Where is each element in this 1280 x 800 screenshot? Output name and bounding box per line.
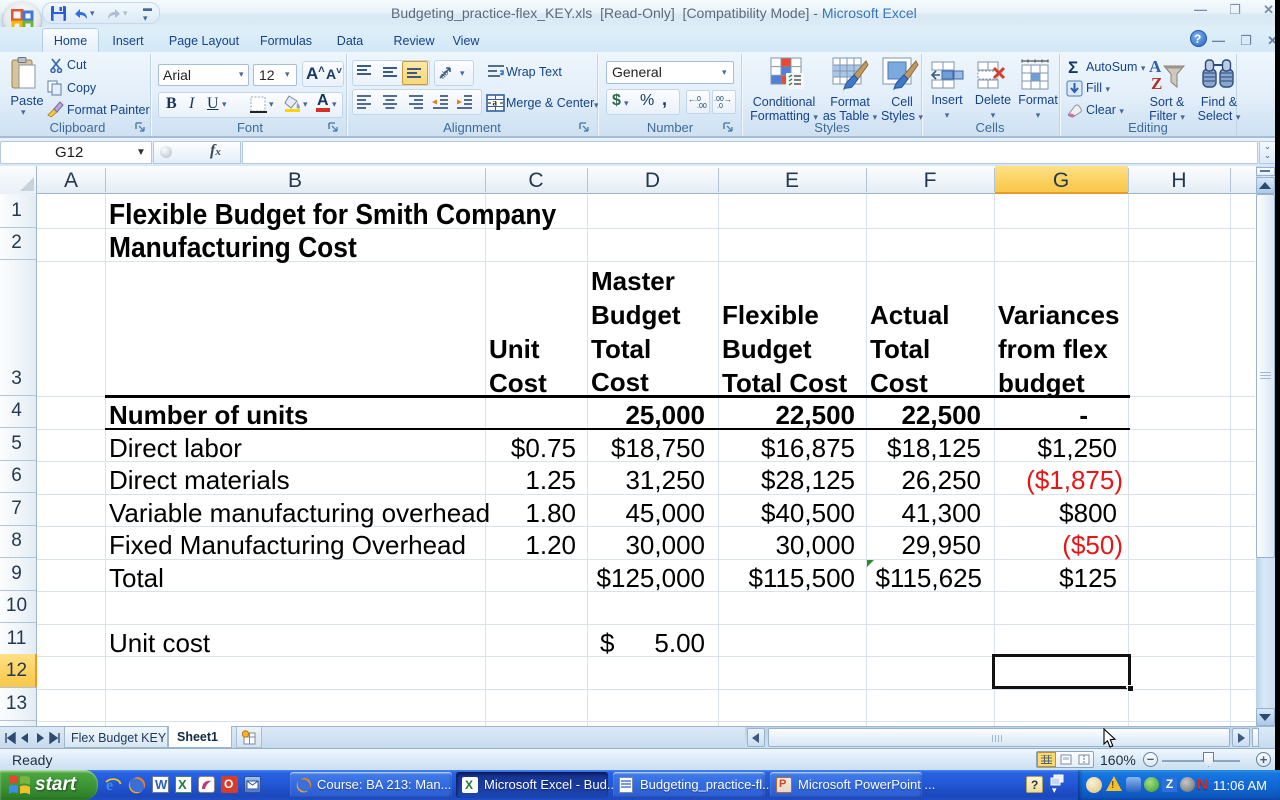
svg-text:.0: .0 bbox=[695, 96, 701, 103]
svg-text:.0: .0 bbox=[717, 103, 723, 110]
svg-text:.00: .00 bbox=[697, 103, 707, 110]
svg-text:Z: Z bbox=[1151, 74, 1162, 92]
svg-text:→: → bbox=[724, 95, 732, 104]
svg-text:a: a bbox=[493, 98, 498, 108]
svg-text:.00: .00 bbox=[714, 96, 724, 103]
